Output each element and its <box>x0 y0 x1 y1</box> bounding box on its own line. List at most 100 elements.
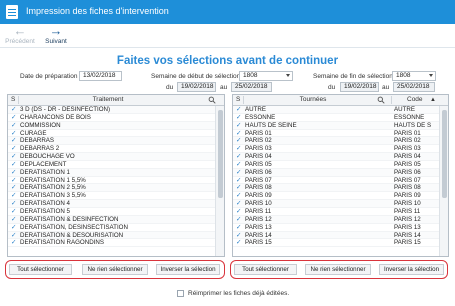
scroll-thumb[interactable] <box>218 110 223 198</box>
table-row[interactable]: ✓ PARIS 12 PARIS 12 <box>233 215 439 224</box>
round-name: PARIS 07 <box>245 176 272 184</box>
table-row[interactable]: ✓ HAUTS DE SEINE HAUTS DE S <box>233 121 439 130</box>
checkmark-icon[interactable]: ✓ <box>236 208 243 216</box>
checkmark-icon[interactable]: ✓ <box>236 216 243 224</box>
checkmark-icon[interactable]: ✓ <box>11 200 18 208</box>
checkmark-icon[interactable]: ✓ <box>236 130 243 138</box>
checkmark-icon[interactable]: ✓ <box>11 192 18 200</box>
sort-arrow-icon[interactable]: ▲ <box>430 95 436 105</box>
checkmark-icon[interactable]: ✓ <box>11 145 18 153</box>
scroll-thumb[interactable] <box>442 110 447 198</box>
checkmark-icon[interactable]: ✓ <box>11 184 18 192</box>
table-row[interactable]: ✓ DEBARRAS 2 <box>8 145 215 154</box>
table-row[interactable]: ✓ DERATISATION & DESINFECTION <box>8 215 215 224</box>
checkmark-icon[interactable]: ✓ <box>236 153 243 161</box>
table-row[interactable]: ✓ PARIS 06 PARIS 06 <box>233 168 439 177</box>
table-row[interactable]: ✓ PARIS 03 PARIS 03 <box>233 145 439 154</box>
col-code-header[interactable]: Code <box>407 95 423 105</box>
checkmark-icon[interactable]: ✓ <box>236 169 243 177</box>
table-row[interactable]: ✓ ESSONNE ESSONNE <box>233 114 439 122</box>
table-row[interactable]: ✓ DERATISATION 4 <box>8 200 215 208</box>
table-row[interactable]: ✓ PARIS 02 PARIS 02 <box>233 137 439 146</box>
table-row[interactable]: ✓ CHARANCONS DE BOIS <box>8 114 215 122</box>
checkmark-icon[interactable]: ✓ <box>236 232 243 240</box>
arrow-right-icon: → <box>49 23 63 38</box>
table-row[interactable]: ✓ COMMISSION <box>8 121 215 130</box>
date-prep-field[interactable]: 13/02/2018 <box>79 71 122 81</box>
checkmark-icon[interactable]: ✓ <box>11 216 18 224</box>
checkmark-icon[interactable]: ✓ <box>11 208 18 216</box>
previous-button[interactable]: ← Précédent <box>0 24 40 48</box>
table-row[interactable]: ✓ DERATISATION & DESOURISATION <box>8 231 215 240</box>
table-row[interactable]: ✓ AUTRE AUTRE <box>233 106 439 114</box>
checkmark-icon[interactable]: ✓ <box>11 224 18 232</box>
table-row[interactable]: ✓ DERATISATION RAGONDINS <box>8 239 215 248</box>
checkmark-icon[interactable]: ✓ <box>236 114 243 122</box>
treatment-name: DEBOUCHAGE VO <box>20 153 75 161</box>
table-row[interactable]: ✓ PARIS 05 PARIS 05 <box>233 161 439 169</box>
table-row[interactable]: ✓ DERATISATION 1 <box>8 168 215 177</box>
checkmark-icon[interactable]: ✓ <box>11 161 18 169</box>
checkmark-icon[interactable]: ✓ <box>236 184 243 192</box>
table-row[interactable]: ✓ DERATISATION 5 <box>8 208 215 216</box>
checkmark-icon[interactable]: ✓ <box>236 224 243 232</box>
checkmark-icon[interactable]: ✓ <box>11 106 18 114</box>
invert-selection-button[interactable]: Inverser la sélection <box>156 264 220 275</box>
table-row[interactable]: ✓ PARIS 13 PARIS 13 <box>233 224 439 232</box>
table-row[interactable]: ✓ PARIS 04 PARIS 04 <box>233 153 439 161</box>
checkmark-icon[interactable]: ✓ <box>11 177 18 185</box>
invert-selection-button[interactable]: Inverser la sélection <box>379 264 444 275</box>
checkmark-icon[interactable]: ✓ <box>236 145 243 153</box>
checkmark-icon[interactable]: ✓ <box>11 239 18 247</box>
checkmark-icon[interactable]: ✓ <box>11 169 18 177</box>
table-row[interactable]: ✓ PARIS 10 PARIS 10 <box>233 200 439 208</box>
search-icon[interactable] <box>208 96 216 104</box>
table-row[interactable]: ✓ PARIS 15 PARIS 15 <box>233 239 439 248</box>
table-row[interactable]: ✓ PARIS 01 PARIS 01 <box>233 130 439 138</box>
search-icon[interactable] <box>377 96 385 104</box>
select-none-button[interactable]: Ne rien sélectionner <box>82 264 148 275</box>
checkmark-icon[interactable]: ✓ <box>236 122 243 130</box>
checkmark-icon[interactable]: ✓ <box>236 192 243 200</box>
vertical-scrollbar[interactable] <box>439 106 448 256</box>
checkmark-icon[interactable]: ✓ <box>236 200 243 208</box>
col-rounds-header[interactable]: Tournées <box>233 95 393 105</box>
table-row[interactable]: ✓ DERATISATION, DESINSECTISATION <box>8 224 215 232</box>
table-row[interactable]: ✓ 3 D (DS - DR - DESINFECTION) <box>8 106 215 114</box>
treatment-name: DERATISATION & DESOURISATION <box>20 231 124 239</box>
select-all-button[interactable]: Tout sélectionner <box>234 264 297 275</box>
table-row[interactable]: ✓ PARIS 09 PARIS 09 <box>233 192 439 201</box>
checkmark-icon[interactable]: ✓ <box>236 161 243 169</box>
checkmark-icon[interactable]: ✓ <box>11 137 18 145</box>
checkmark-icon[interactable]: ✓ <box>236 106 243 114</box>
checkmark-icon[interactable]: ✓ <box>11 232 18 240</box>
table-row[interactable]: ✓ PARIS 07 PARIS 07 <box>233 177 439 185</box>
treatment-name: DERATISATION & DESINFECTION <box>20 215 119 223</box>
col-treatment-header[interactable]: Traitement <box>8 95 208 105</box>
table-row[interactable]: ✓ DERATISATION 1 5,5% <box>8 177 215 185</box>
table-row[interactable]: ✓ DEPLACEMENT <box>8 161 215 169</box>
checkmark-icon[interactable]: ✓ <box>236 239 243 247</box>
next-button[interactable]: → Suivant <box>36 24 76 48</box>
checkmark-icon[interactable]: ✓ <box>236 137 243 145</box>
checkmark-icon[interactable]: ✓ <box>11 130 18 138</box>
table-row[interactable]: ✓ CURAGE <box>8 130 215 138</box>
select-all-button[interactable]: Tout sélectionner <box>9 264 72 275</box>
table-row[interactable]: ✓ PARIS 11 PARIS 11 <box>233 208 439 216</box>
table-row[interactable]: ✓ DERATISATION 3 5,5% <box>8 192 215 201</box>
table-row[interactable]: ✓ PARIS 14 PARIS 14 <box>233 231 439 240</box>
week-start-select[interactable]: 1808 <box>239 71 293 81</box>
table-row[interactable]: ✓ DERATISATION 2 5,5% <box>8 184 215 193</box>
vertical-scrollbar[interactable] <box>215 106 224 256</box>
checkmark-icon[interactable]: ✓ <box>236 177 243 185</box>
table-row[interactable]: ✓ PARIS 08 PARIS 08 <box>233 184 439 193</box>
select-none-button[interactable]: Ne rien sélectionner <box>305 264 371 275</box>
week-end-select[interactable]: 1808 <box>392 71 436 81</box>
reprint-checkbox[interactable] <box>177 290 184 297</box>
checkmark-icon[interactable]: ✓ <box>11 122 18 130</box>
checkmark-icon[interactable]: ✓ <box>11 153 18 161</box>
checkmark-icon[interactable]: ✓ <box>11 114 18 122</box>
table-row[interactable]: ✓ DEBARRAS <box>8 137 215 146</box>
table-row[interactable]: ✓ DEBOUCHAGE VO <box>8 153 215 161</box>
round-name: PARIS 06 <box>245 168 272 176</box>
